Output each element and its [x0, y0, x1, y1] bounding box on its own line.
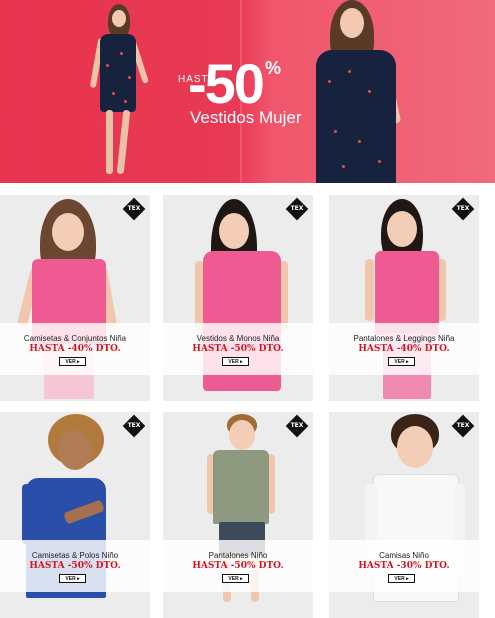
banner-subtitle: Vestidos Mujer — [190, 108, 302, 127]
banner-percent-sign: % — [264, 58, 281, 78]
card-promo: HASTA -50% DTO. — [192, 561, 284, 571]
ver-button[interactable]: VER ▸ — [59, 574, 86, 583]
brand-badge-label: TEX — [290, 205, 304, 212]
card-title: Camisetas & Conjuntos Niña — [23, 334, 127, 343]
brand-badge-label: TEX — [127, 422, 141, 429]
ver-button[interactable]: VER ▸ — [388, 357, 415, 366]
card-promo: HASTA -50% DTO. — [29, 561, 121, 571]
brand-badge-label: TEX — [127, 205, 141, 212]
banner-percent: -50 — [188, 52, 265, 115]
card-title: Pantalones & Leggings Niña — [353, 334, 455, 343]
card-promo: HASTA -40% DTO. — [29, 344, 121, 354]
hero-banner[interactable]: HASTA -50 % Vestidos Mujer — [0, 0, 495, 183]
ver-button[interactable]: VER ▸ — [222, 574, 249, 583]
brand-badge-label: TEX — [456, 205, 470, 212]
category-card-camisas-nino[interactable]: TEX Camisas Niño HASTA -30% DTO. VER ▸ — [329, 412, 479, 618]
brand-badge-label: TEX — [290, 422, 304, 429]
category-card-vestidos-nina[interactable]: TEX Vestidos & Monos Niña HASTA -50% DTO… — [163, 195, 313, 401]
banner-model-left — [88, 4, 149, 182]
card-title: Pantalones Niño — [208, 551, 268, 560]
card-title: Camisetas & Polos Niño — [31, 551, 119, 560]
card-promo: HASTA -40% DTO. — [358, 344, 450, 354]
card-title: Camisas Niño — [379, 551, 429, 560]
category-card-pantalones-nino[interactable]: TEX Pantalones Niño HASTA -50% DTO. VER … — [163, 412, 313, 618]
card-promo: HASTA -30% DTO. — [358, 561, 450, 571]
ver-button[interactable]: VER ▸ — [59, 357, 86, 366]
brand-badge-label: TEX — [456, 422, 470, 429]
category-card-pantalones-nina[interactable]: TEX Pantalones & Leggings Niña HASTA -40… — [329, 195, 479, 401]
category-card-camisetas-nino[interactable]: TEX Camisetas & Polos Niño HASTA -50% DT… — [0, 412, 150, 618]
card-promo: HASTA -50% DTO. — [192, 344, 284, 354]
category-card-camisetas-nina[interactable]: TEX Camisetas & Conjuntos Niña HASTA -40… — [0, 195, 150, 401]
card-title: Vestidos & Monos Niña — [196, 334, 280, 343]
ver-button[interactable]: VER ▸ — [222, 357, 249, 366]
banner-model-right — [308, 0, 412, 183]
ver-button[interactable]: VER ▸ — [388, 574, 415, 583]
